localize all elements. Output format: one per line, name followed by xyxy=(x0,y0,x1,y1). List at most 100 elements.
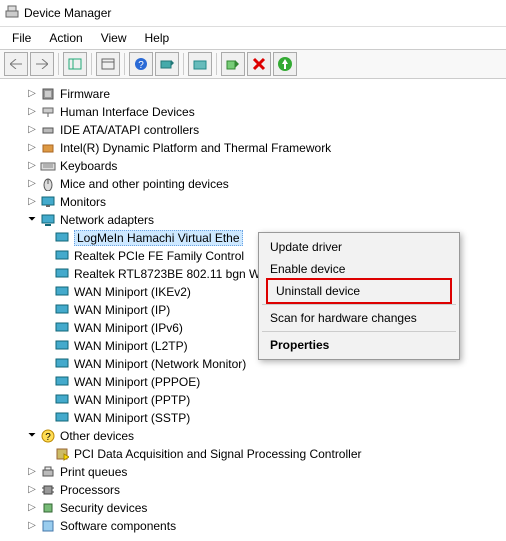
menu-action[interactable]: Action xyxy=(41,29,90,47)
tree-label: WAN Miniport (IP) xyxy=(74,303,170,317)
tree-label: WAN Miniport (L2TP) xyxy=(74,339,188,353)
tree-label: Processors xyxy=(60,483,120,497)
tree-label: Print queues xyxy=(60,465,127,479)
add-legacy-button[interactable] xyxy=(273,52,297,76)
help-button[interactable]: ? xyxy=(129,52,153,76)
network-adapter-icon xyxy=(54,248,70,264)
tree-item-pci[interactable]: PCI Data Acquisition and Signal Processi… xyxy=(4,445,502,463)
firmware-icon xyxy=(40,86,56,102)
network-adapter-icon xyxy=(54,230,70,246)
collapse-icon[interactable]: ⏷ xyxy=(26,214,38,226)
tree-label: WAN Miniport (Network Monitor) xyxy=(74,357,246,371)
show-hide-tree-button[interactable] xyxy=(63,52,87,76)
tree-label: PCI Data Acquisition and Signal Processi… xyxy=(74,447,361,461)
network-adapter-icon xyxy=(54,410,70,426)
framework-icon xyxy=(40,140,56,156)
tree-item-wan-pppoe[interactable]: WAN Miniport (PPPOE) xyxy=(4,373,502,391)
expand-icon[interactable]: ▷ xyxy=(26,502,38,514)
network-adapter-icon xyxy=(54,338,70,354)
expand-icon[interactable]: ▷ xyxy=(26,124,38,136)
tree-label: Keyboards xyxy=(60,159,117,173)
tree-item-wan-pptp[interactable]: WAN Miniport (PPTP) xyxy=(4,391,502,409)
network-adapter-icon xyxy=(54,302,70,318)
tree-label: Software components xyxy=(60,519,176,533)
uninstall-device-button[interactable] xyxy=(247,52,271,76)
context-scan[interactable]: Scan for hardware changes xyxy=(262,307,456,329)
collapse-icon[interactable]: ⏷ xyxy=(26,430,38,442)
tree-item-monitors[interactable]: ▷ Monitors xyxy=(4,193,502,211)
svg-text:?: ? xyxy=(138,60,144,71)
context-separator xyxy=(262,304,456,305)
forward-button[interactable] xyxy=(30,52,54,76)
tree-label: Network adapters xyxy=(60,213,154,227)
tree-label: WAN Miniport (PPPOE) xyxy=(74,375,200,389)
processor-icon xyxy=(40,482,56,498)
expand-icon[interactable]: ▷ xyxy=(26,196,38,208)
tree-label: Realtek RTL8723BE 802.11 bgn W xyxy=(74,267,260,281)
tree-item-hid[interactable]: ▷ Human Interface Devices xyxy=(4,103,502,121)
expand-icon[interactable]: ▷ xyxy=(26,466,38,478)
network-adapter-icon xyxy=(54,374,70,390)
tree-label: WAN Miniport (PPTP) xyxy=(74,393,190,407)
tree-label: Other devices xyxy=(60,429,134,443)
unknown-device-icon xyxy=(54,446,70,462)
context-enable-device[interactable]: Enable device xyxy=(262,258,456,280)
ide-icon xyxy=(40,122,56,138)
menubar: File Action View Help xyxy=(0,27,506,49)
tree-label: IDE ATA/ATAPI controllers xyxy=(60,123,199,137)
menu-file[interactable]: File xyxy=(4,29,39,47)
tree-label: WAN Miniport (IKEv2) xyxy=(74,285,191,299)
context-properties[interactable]: Properties xyxy=(262,334,456,356)
expand-icon[interactable]: ▷ xyxy=(26,142,38,154)
update-driver-button[interactable] xyxy=(188,52,212,76)
tree-item-firmware[interactable]: ▷ Firmware xyxy=(4,85,502,103)
security-icon xyxy=(40,500,56,516)
toolbar: ? xyxy=(0,49,506,79)
tree-item-ide[interactable]: ▷ IDE ATA/ATAPI controllers xyxy=(4,121,502,139)
printer-icon xyxy=(40,464,56,480)
tree-label: Firmware xyxy=(60,87,110,101)
monitor-icon xyxy=(40,194,56,210)
tree-item-other[interactable]: ⏷ ? Other devices xyxy=(4,427,502,445)
devmgr-icon xyxy=(4,5,20,21)
tree-item-mice[interactable]: ▷ Mice and other pointing devices xyxy=(4,175,502,193)
hid-icon xyxy=(40,104,56,120)
tree-label: Intel(R) Dynamic Platform and Thermal Fr… xyxy=(60,141,331,155)
back-button[interactable] xyxy=(4,52,28,76)
tree-label: WAN Miniport (IPv6) xyxy=(74,321,183,335)
mouse-icon xyxy=(40,176,56,192)
titlebar: Device Manager xyxy=(0,0,506,27)
tree-item-security[interactable]: ▷ Security devices xyxy=(4,499,502,517)
menu-view[interactable]: View xyxy=(93,29,135,47)
network-adapter-icon xyxy=(54,320,70,336)
keyboard-icon xyxy=(40,158,56,174)
tree-item-intel[interactable]: ▷ Intel(R) Dynamic Platform and Thermal … xyxy=(4,139,502,157)
context-update-driver[interactable]: Update driver xyxy=(262,236,456,258)
svg-text:?: ? xyxy=(45,432,51,443)
expand-icon[interactable]: ▷ xyxy=(26,88,38,100)
context-menu: Update driver Enable device Uninstall de… xyxy=(258,232,460,360)
tree-item-proc[interactable]: ▷ Processors xyxy=(4,481,502,499)
tree-item-print[interactable]: ▷ Print queues xyxy=(4,463,502,481)
tree-item-software[interactable]: ▷ Software components xyxy=(4,517,502,535)
expand-icon[interactable]: ▷ xyxy=(26,484,38,496)
tree-item-keyboards[interactable]: ▷ Keyboards xyxy=(4,157,502,175)
network-adapter-icon xyxy=(54,356,70,372)
expand-icon[interactable]: ▷ xyxy=(26,160,38,172)
scan-button[interactable] xyxy=(155,52,179,76)
menu-help[interactable]: Help xyxy=(137,29,178,47)
tree-label: LogMeIn Hamachi Virtual Ethe xyxy=(74,230,243,246)
enable-device-button[interactable] xyxy=(221,52,245,76)
expand-icon[interactable]: ▷ xyxy=(26,520,38,532)
expand-icon[interactable]: ▷ xyxy=(26,106,38,118)
network-adapter-icon xyxy=(54,266,70,282)
expand-icon[interactable]: ▷ xyxy=(26,178,38,190)
properties-button[interactable] xyxy=(96,52,120,76)
tree-item-network[interactable]: ⏷ Network adapters xyxy=(4,211,502,229)
context-uninstall-device[interactable]: Uninstall device xyxy=(266,278,452,304)
tree-label: Monitors xyxy=(60,195,106,209)
tree-item-wan-sstp[interactable]: WAN Miniport (SSTP) xyxy=(4,409,502,427)
software-icon xyxy=(40,518,56,534)
tree-label: Human Interface Devices xyxy=(60,105,195,119)
tree-label: Realtek PCIe FE Family Control xyxy=(74,249,244,263)
